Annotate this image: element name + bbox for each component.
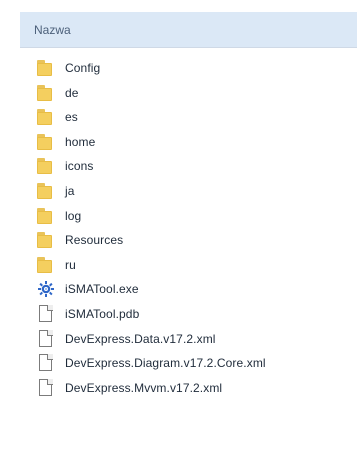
item-label: iSMATool.exe [65,282,139,297]
folder-icon [37,256,55,274]
item-label: es [65,110,78,125]
file-icon [37,329,55,348]
item-label: log [65,208,82,223]
folder-icon [37,207,55,225]
gear-app-icon [37,280,55,298]
file-row-devexpress-data[interactable]: DevExpress.Data.v17.2.xml [37,327,357,351]
folder-icon [37,157,55,175]
file-icon [37,354,55,372]
item-label: de [65,85,79,100]
folder-row-home[interactable]: home [37,130,357,154]
column-header-label: Nazwa [34,23,71,37]
folder-row-log[interactable]: log [37,204,357,228]
file-explorer-panel: Nazwa Config de es home icons ja log Res… [0,0,357,473]
item-label: iSMATool.pdb [65,306,140,321]
item-label: ru [65,257,76,272]
folder-icon [37,231,55,249]
item-label: DevExpress.Diagram.v17.2.Core.xml [65,356,266,371]
folder-icon [37,84,55,102]
folder-row-config[interactable]: Config [37,56,357,80]
column-header-name[interactable]: Nazwa [20,12,357,48]
folder-row-de[interactable]: de [37,81,357,105]
folder-icon [37,108,55,126]
item-label: ja [65,183,75,198]
file-row-ismatool-pdb[interactable]: iSMATool.pdb [37,302,357,326]
folder-icon [37,59,55,77]
item-label: DevExpress.Data.v17.2.xml [65,331,216,346]
item-label: home [65,134,96,149]
folder-row-ru[interactable]: ru [37,253,357,277]
folder-icon [37,182,55,200]
item-label: Config [65,61,101,75]
file-list: Config de es home icons ja log Resources… [37,56,357,400]
file-icon [37,304,55,323]
file-row-devexpress-diagram-core[interactable]: DevExpress.Diagram.v17.2.Core.xml [37,351,357,375]
folder-row-ja[interactable]: ja [37,179,357,203]
item-label: Resources [65,233,124,248]
folder-row-es[interactable]: es [37,105,357,129]
item-label: DevExpress.Mvvm.v17.2.xml [65,380,223,395]
folder-row-icons[interactable]: icons [37,154,357,178]
folder-row-resources[interactable]: Resources [37,228,357,252]
file-row-ismatool-exe[interactable]: iSMATool.exe [37,277,357,301]
folder-icon [37,133,55,151]
file-icon [37,378,55,397]
item-label: icons [65,159,94,174]
file-row-devexpress-mvvm[interactable]: DevExpress.Mvvm.v17.2.xml [37,376,357,400]
